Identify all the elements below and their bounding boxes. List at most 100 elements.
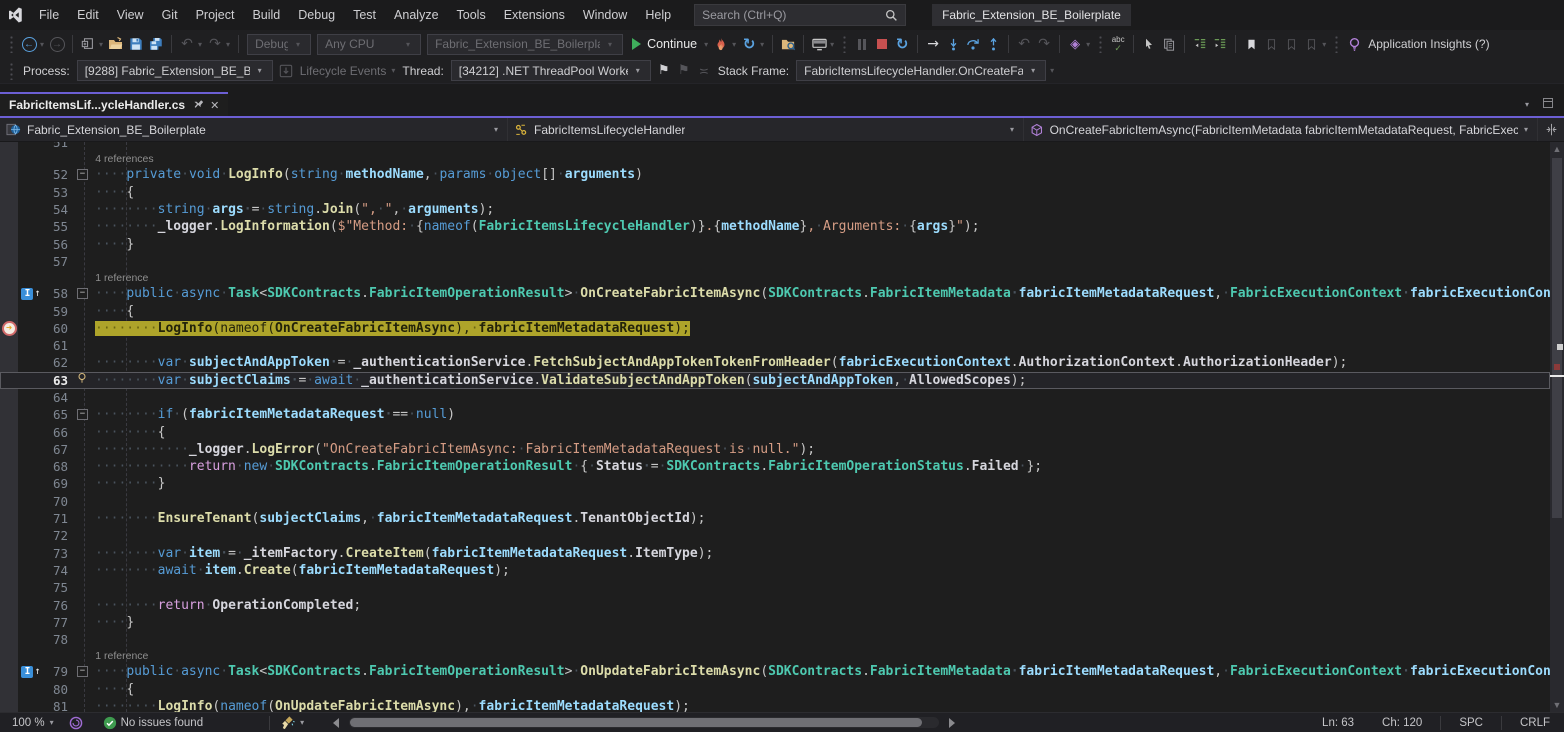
- glyph-margin[interactable]: [0, 596, 18, 613]
- code-line-76[interactable]: 76········return·OperationCompleted;: [0, 596, 1550, 613]
- code-line-54[interactable]: 54········string·args·=·string.Join(",·"…: [0, 201, 1550, 218]
- glyph-margin[interactable]: [0, 184, 18, 201]
- code-line-75[interactable]: 75: [0, 579, 1550, 596]
- show-next-statement-icon[interactable]: →: [923, 33, 943, 55]
- glyph-margin[interactable]: [0, 201, 18, 218]
- zoom-control[interactable]: 100 % ▾: [6, 713, 63, 732]
- code-line-60[interactable]: ➜60········LogInfo(nameof(OnCreateFabric…: [0, 320, 1550, 337]
- code-map-icon[interactable]: ◈: [1065, 33, 1085, 55]
- code-line-77[interactable]: 77····}: [0, 614, 1550, 631]
- glyph-margin[interactable]: [0, 475, 18, 492]
- code-line-51[interactable]: 51: [0, 142, 1550, 151]
- platform-dropdown[interactable]: Any CPU▾: [317, 34, 421, 55]
- glyph-margin[interactable]: [0, 614, 18, 631]
- glyph-margin[interactable]: [0, 166, 18, 183]
- code-line-79[interactable]: I↑79−····public·async·Task<SDKContracts.…: [0, 663, 1550, 680]
- code-line-55[interactable]: 55········_logger.LogInformation($"Metho…: [0, 218, 1550, 235]
- glyph-margin[interactable]: [0, 510, 18, 527]
- toolbar-grip[interactable]: [1334, 35, 1339, 53]
- glyph-margin[interactable]: [0, 579, 18, 596]
- codelens-references[interactable]: 1 reference: [95, 272, 148, 284]
- fold-collapse-icon[interactable]: −: [77, 169, 88, 180]
- spell-check-icon[interactable]: abc✓: [1108, 33, 1128, 55]
- glyph-margin[interactable]: [0, 354, 18, 371]
- increase-indent-icon[interactable]: [1210, 33, 1230, 55]
- step-out-icon[interactable]: [983, 33, 1003, 55]
- glyph-margin[interactable]: [0, 302, 18, 319]
- breakpoint-current-statement-icon[interactable]: ➜: [0, 320, 18, 337]
- toolbar-grip[interactable]: [9, 35, 14, 53]
- code-editor[interactable]: 514 references52−····private·void·LogInf…: [0, 142, 1564, 712]
- code-line-73[interactable]: 73········var·item·=·_itemFactory.Create…: [0, 545, 1550, 562]
- menu-debug[interactable]: Debug: [289, 4, 344, 26]
- flag-thread-icon[interactable]: ⚑: [654, 60, 674, 82]
- toolbar-grip[interactable]: [1098, 35, 1103, 53]
- code-line-67[interactable]: 67············_logger.LogError("OnCreate…: [0, 441, 1550, 458]
- line-ending-indicator[interactable]: CRLF: [1506, 717, 1564, 729]
- save-all-icon[interactable]: [146, 33, 166, 55]
- quick-actions-lightbulb-icon[interactable]: [76, 372, 88, 388]
- close-tab-icon[interactable]: ✕: [210, 99, 219, 112]
- glyph-margin[interactable]: [0, 253, 18, 270]
- stop-debugging-icon[interactable]: [872, 33, 892, 55]
- line-indicator[interactable]: Ln: 63: [1308, 717, 1368, 729]
- step-into-icon[interactable]: [943, 33, 963, 55]
- code-line-57[interactable]: 57: [0, 253, 1550, 270]
- glyph-margin[interactable]: [0, 527, 18, 544]
- tab-options-icon[interactable]: [1542, 97, 1554, 112]
- fold-collapse-icon[interactable]: −: [77, 666, 88, 677]
- toolbar-grip[interactable]: [842, 35, 847, 53]
- open-folder-icon[interactable]: [106, 33, 126, 55]
- glyph-margin[interactable]: [0, 423, 18, 440]
- application-insights-icon[interactable]: [1344, 33, 1364, 55]
- glyph-margin[interactable]: [0, 285, 18, 302]
- target-browser-icon[interactable]: [809, 33, 829, 55]
- scroll-right-icon[interactable]: [943, 713, 961, 732]
- step-over-icon[interactable]: [963, 33, 983, 55]
- code-line-63[interactable]: 63········var·subjectClaims·=·await·_aut…: [0, 372, 1550, 389]
- horizontal-scrollbar[interactable]: [349, 717, 939, 728]
- code-line-62[interactable]: 62········var·subjectAndAppToken·=·_auth…: [0, 354, 1550, 371]
- scroll-left-icon[interactable]: [327, 713, 345, 732]
- solution-badge[interactable]: Fabric_Extension_BE_Boilerplate: [932, 4, 1131, 26]
- menu-window[interactable]: Window: [574, 4, 636, 26]
- menu-file[interactable]: File: [30, 4, 68, 26]
- restart-application-icon[interactable]: ↻: [739, 33, 759, 55]
- glyph-margin[interactable]: [0, 458, 18, 475]
- pin-tab-icon[interactable]: [192, 98, 203, 112]
- code-line-69[interactable]: 69········}: [0, 475, 1550, 492]
- glyph-margin[interactable]: [0, 631, 18, 648]
- code-line-64[interactable]: 64: [0, 389, 1550, 406]
- code-line-53[interactable]: 53····{: [0, 184, 1550, 201]
- code-line-80[interactable]: 80····{: [0, 681, 1550, 698]
- glyph-margin[interactable]: [0, 142, 18, 151]
- menu-git[interactable]: Git: [153, 4, 187, 26]
- glyph-margin[interactable]: [0, 235, 18, 252]
- tab-fabricitemslifecyclehandler[interactable]: FabricItemsLif...ycleHandler.cs ✕: [0, 92, 228, 116]
- glyph-margin[interactable]: [0, 663, 18, 680]
- toolbar-grip[interactable]: [9, 62, 14, 80]
- horizontal-scroll-thumb[interactable]: [350, 718, 922, 727]
- document-health-indicator[interactable]: No issues found: [97, 713, 209, 732]
- glyph-margin[interactable]: [0, 545, 18, 562]
- fold-collapse-icon[interactable]: −: [77, 288, 88, 299]
- menu-tools[interactable]: Tools: [448, 4, 495, 26]
- glyph-margin[interactable]: [0, 337, 18, 354]
- glyph-margin[interactable]: [0, 389, 18, 406]
- code-line-68[interactable]: 68············return·new·SDKContracts.Fa…: [0, 458, 1550, 475]
- glyph-margin[interactable]: [0, 218, 18, 235]
- continue-button[interactable]: Continue: [626, 33, 703, 55]
- code-line-71[interactable]: 71········EnsureTenant(subjectClaims,·fa…: [0, 510, 1550, 527]
- project-dropdown[interactable]: Fabric_Extension_BE_Boilerplate ▾: [0, 118, 508, 141]
- menu-extensions[interactable]: Extensions: [495, 4, 574, 26]
- vertical-scroll-thumb[interactable]: [1552, 158, 1562, 518]
- feedback-icon[interactable]: [63, 713, 89, 732]
- navigate-back-icon[interactable]: ←: [19, 33, 39, 55]
- code-line-61[interactable]: 61: [0, 337, 1550, 354]
- find-in-files-icon[interactable]: [778, 33, 798, 55]
- tab-list-dropdown-icon[interactable]: ▾: [1525, 100, 1529, 109]
- process-dropdown[interactable]: [9288] Fabric_Extension_BE_Boilerp▾: [77, 60, 273, 81]
- hot-reload-icon[interactable]: [711, 33, 731, 55]
- glyph-margin[interactable]: [0, 441, 18, 458]
- configuration-dropdown[interactable]: Debug▾: [247, 34, 311, 55]
